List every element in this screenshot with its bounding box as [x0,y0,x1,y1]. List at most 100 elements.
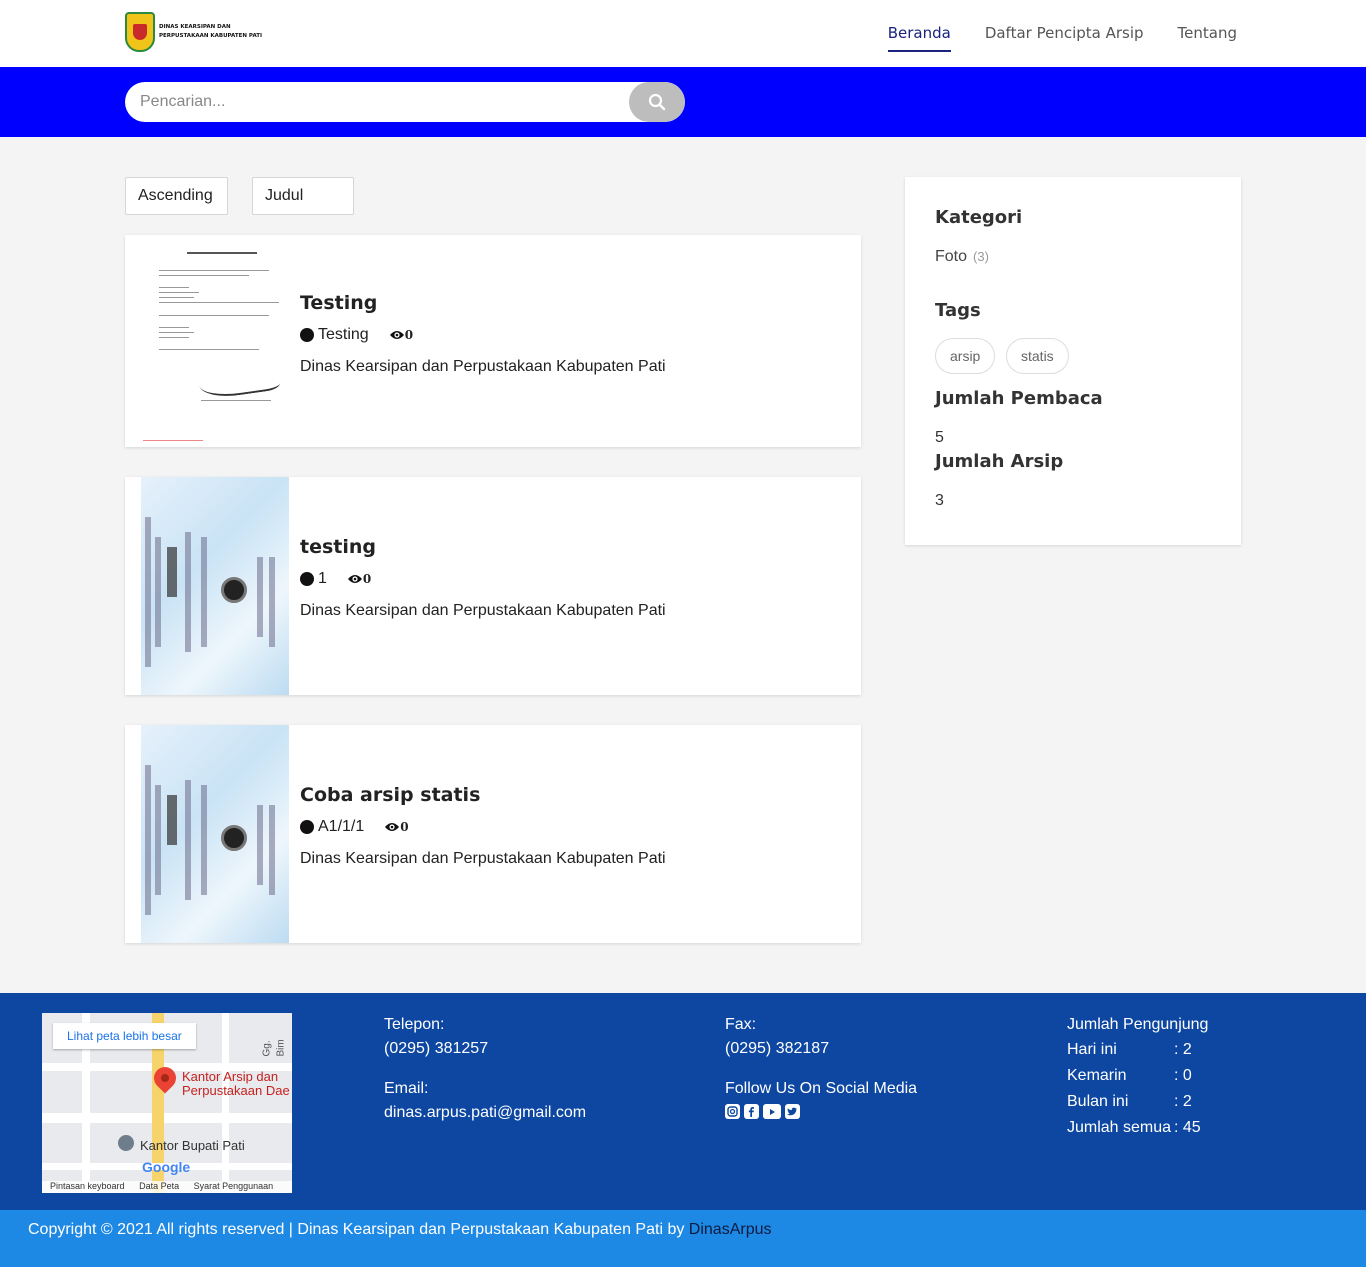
card-agency: Dinas Kearsipan dan Perpustakaan Kabupat… [300,358,666,375]
map-street-label: Gg. Bim [261,1039,287,1057]
copyright-bar: Copyright © 2021 All rights reserved | D… [0,1210,1366,1267]
top-navbar: DINAS KEARSIPAN DAN PERPUSTAKAAN KABUPAT… [0,0,1366,67]
email-address[interactable]: dinas.arpus.pati@gmail.com [384,1101,586,1125]
map-terms[interactable]: Syarat Penggunaan [194,1181,274,1191]
nav-beranda-label: Beranda [887,24,951,52]
view-count: 0 [347,572,371,586]
view-count: 0 [384,820,409,834]
code-bullet-icon [300,820,314,834]
card-title[interactable]: testing [300,536,666,558]
search-button[interactable] [629,82,685,122]
code-bullet-icon [300,328,314,342]
category-heading: Kategori [935,207,1023,228]
sort-field-select[interactable]: Judul [252,177,354,215]
main-nav: Beranda Daftar Pencipta Arsip Tentang [858,0,1241,67]
view-count-value: 0 [400,820,409,834]
certificate-seal [221,577,247,603]
view-count: 0 [389,328,413,342]
card-body: testing 1 0 Dinas Kearsipan dan Perpusta… [300,536,666,620]
sidebar: Kategori Foto (3) Tags arsip statis Jumla… [905,177,1241,545]
copyright-link[interactable]: DinasArpus [689,1221,772,1238]
site-logo[interactable]: DINAS KEARSIPAN DAN PERPUSTAKAAN KABUPAT… [125,12,269,52]
map-keyboard-shortcuts[interactable]: Pintasan keyboard [50,1181,125,1191]
landmark-icon [118,1135,134,1151]
category-name: Foto [935,248,968,265]
visitors-heading: Jumlah Pengunjung [1067,1016,1209,1033]
footer: Lihat peta lebih besar Gg. Bim Kantor Ar… [0,993,1366,1210]
card-agency: Dinas Kearsipan dan Perpustakaan Kabupat… [300,602,666,619]
category-count: (3) [973,249,989,264]
embedded-map[interactable]: Lihat peta lebih besar Gg. Bim Kantor Ar… [42,1013,292,1193]
category-item-foto[interactable]: Foto (3) [935,248,989,266]
map-landmark-label: Kantor Bupati Pati [140,1138,245,1153]
google-logo: Google [142,1159,191,1175]
fax-label: Fax: [725,1016,757,1033]
visitor-label: Bulan ini [1067,1093,1129,1110]
card-body: Coba arsip statis A1/1/1 0 Dinas Kearsip… [300,784,666,868]
readers-count: 5 [935,429,944,446]
map-place-label: Kantor Arsip dan Perpustakaan Dae [182,1069,290,1098]
code-bullet-icon [300,572,314,586]
map-attribution: Pintasan keyboard Data Peta Syarat Pengg… [42,1181,292,1193]
visitors-total: Jumlah semua: 45 [1067,1119,1201,1137]
card-body: Testing Testing 0 Dinas Kearsipan dan Pe… [300,292,666,376]
search-bar-band [0,67,1366,137]
social-links [725,1104,800,1119]
visitor-value: : 2 [1174,1041,1192,1058]
eye-icon [385,823,400,831]
youtube-icon[interactable] [763,1104,781,1119]
map-enlarge-link[interactable]: Lihat peta lebih besar [53,1023,196,1049]
nav-tentang[interactable]: Tentang [1174,0,1241,67]
visitor-value: : 45 [1174,1119,1201,1136]
eye-icon [389,331,404,339]
social-label: Follow Us On Social Media [725,1080,918,1097]
eye-icon [347,575,362,583]
archive-thumbnail [141,235,289,447]
visitor-label: Hari ini [1067,1041,1117,1058]
emblem-icon [125,12,155,52]
twitter-icon[interactable] [785,1104,800,1119]
visitors-month: Bulan ini : 2 [1067,1093,1192,1111]
archive-card[interactable]: testing 1 0 Dinas Kearsipan dan Perpusta… [125,477,861,695]
card-code: Testing [318,326,369,343]
logo-text: DINAS KEARSIPAN DAN PERPUSTAKAAN KABUPAT… [159,24,263,39]
nav-beranda[interactable]: Beranda [884,0,955,67]
facebook-icon[interactable] [744,1104,759,1119]
nav-daftar-pencipta-arsip[interactable]: Daftar Pencipta Arsip [981,0,1148,67]
fax-number: (0295) 382187 [725,1040,830,1057]
email-label: Email: [384,1080,429,1097]
card-title[interactable]: Testing [300,292,666,314]
archive-card[interactable]: Coba arsip statis A1/1/1 0 Dinas Kearsip… [125,725,861,943]
archive-thumbnail [141,725,289,943]
copyright-text: Copyright © 2021 All rights reserved | D… [28,1221,771,1239]
card-agency: Dinas Kearsipan dan Perpustakaan Kabupat… [300,850,666,867]
card-meta: 1 0 [300,570,666,588]
signature-image [197,359,281,401]
sort-order-select[interactable]: Ascending [125,177,228,215]
nav-daftar-label: Daftar Pencipta Arsip [984,24,1144,42]
nav-tentang-label: Tentang [1177,24,1237,42]
archives-count: 3 [935,492,944,509]
instagram-icon[interactable] [725,1104,740,1119]
card-meta: A1/1/1 0 [300,818,666,836]
copyright-label: Copyright © 2021 All rights reserved | D… [28,1221,689,1238]
readers-heading: Jumlah Pembaca [935,388,1103,409]
view-count-value: 0 [362,572,372,586]
archive-thumbnail [141,477,289,695]
visitor-label: Kemarin [1067,1067,1127,1084]
search-icon [648,93,666,111]
visitor-label: Jumlah semua [1067,1119,1172,1136]
visitor-value: : 2 [1174,1093,1192,1110]
archive-card[interactable]: Testing Testing 0 Dinas Kearsipan dan Pe… [125,235,861,447]
search-input[interactable] [125,82,625,122]
card-code: 1 [318,570,327,587]
visitors-today: Hari ini : 2 [1067,1041,1192,1059]
tag-arsip[interactable]: arsip [935,338,996,374]
archives-heading: Jumlah Arsip [935,451,1064,472]
phone-number: (0295) 381257 [384,1040,489,1057]
tag-statis[interactable]: statis [1006,338,1069,374]
map-data[interactable]: Data Peta [139,1181,179,1191]
card-code: A1/1/1 [318,818,365,835]
card-title[interactable]: Coba arsip statis [300,784,666,806]
visitors-yesterday: Kemarin: 0 [1067,1067,1192,1085]
